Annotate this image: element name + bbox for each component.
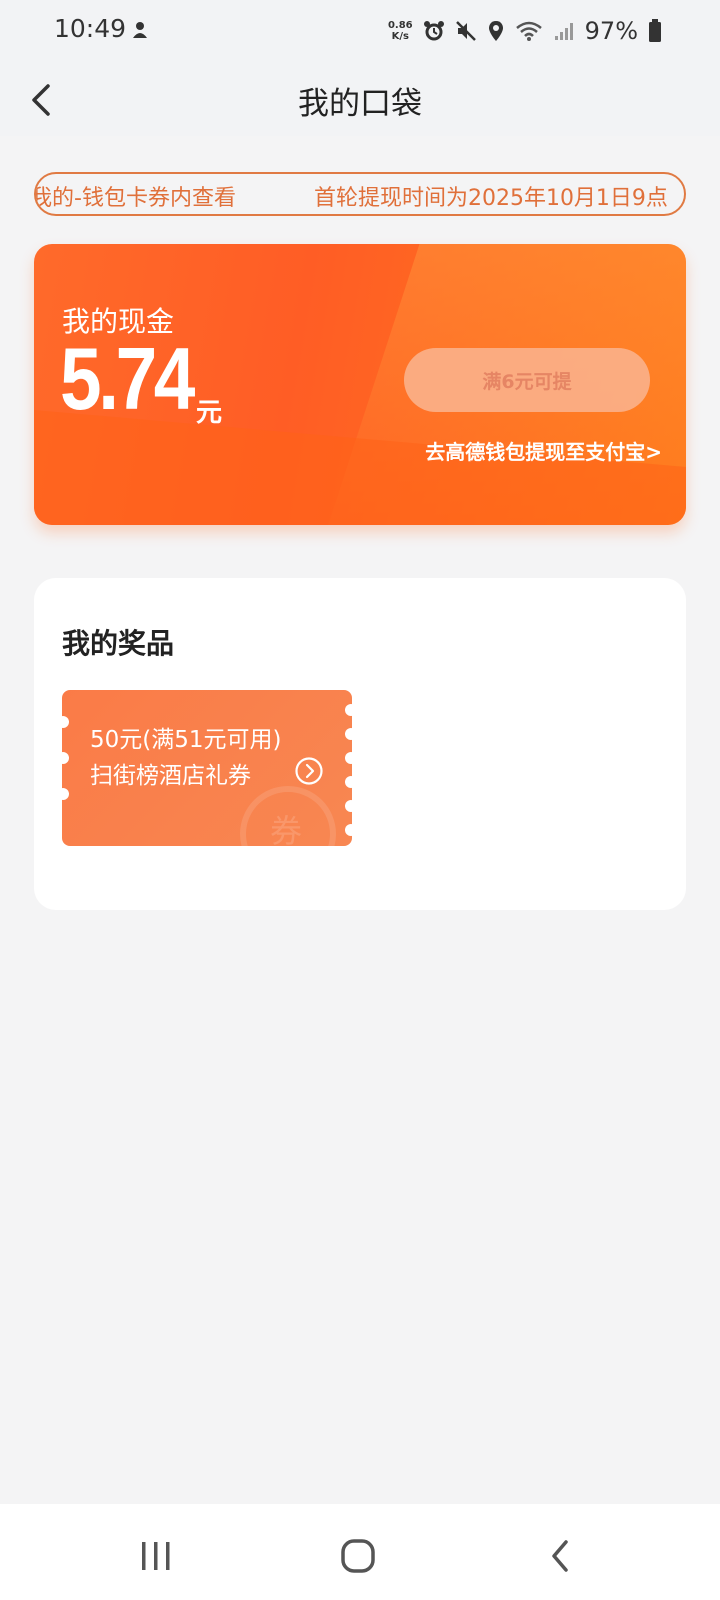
net-speed: 0.86 K/s [388,20,413,42]
mute-icon [455,21,476,41]
signal-icon [554,23,573,40]
net-speed-value: 0.86 [387,20,413,31]
header: 我的口袋 [0,64,720,136]
alarm-icon [423,21,444,41]
system-nav-bar [0,1504,720,1600]
cash-card: 我的现金 5.74 元 满6元可提 去高德钱包提现至支付宝> [34,244,686,525]
prizes-title: 我的奖品 [62,627,175,660]
location-icon [488,21,503,41]
withdraw-button[interactable]: 满6元可提 [404,348,650,412]
coupon-notch [345,704,352,716]
status-icons: 0.86 K/s 97% [388,16,662,46]
marquee-text-a: 我的-钱包卡券内查看 [34,186,236,211]
chevron-right-circle-icon[interactable] [294,756,324,786]
page-title: 我的口袋 [298,86,422,122]
status-bar: 10:49 0.86 K/s 97% [0,0,720,64]
status-time: 10:49 [54,14,127,43]
cash-unit: 元 [196,398,223,428]
coupon-notch [62,716,69,728]
coupon-value: 50元(满51元可用) [90,727,282,753]
cash-amount: 5.74 [60,329,195,428]
recent-apps-icon[interactable] [132,1532,180,1580]
back-nav-icon[interactable] [538,1532,586,1580]
coupon-card[interactable]: 券 50元(满51元可用) 扫街榜酒店礼券 [62,690,352,846]
coupon-notch [345,728,352,740]
coupon-watermark-text: 券 [270,812,303,846]
home-icon[interactable] [334,1532,382,1580]
coupon-notch [345,800,352,812]
battery-icon [649,19,661,42]
notification-person-icon [133,22,147,38]
coupon-notch [345,776,352,788]
battery-percent: 97% [584,17,638,45]
net-speed-unit: K/s [391,31,409,42]
coupon-notch [345,752,352,764]
wifi-icon [515,21,542,41]
coupon-notch [62,788,69,800]
coupon-notch [62,752,69,764]
wallet-withdraw-link[interactable]: 去高德钱包提现至支付宝> [425,436,662,465]
announcement-marquee: 我的-钱包卡券内查看 首轮提现时间为2025年10月1日9点 [34,172,686,216]
prizes-card: 我的奖品 券 50元(满51元可用) 扫街榜酒店礼券 [34,578,686,910]
marquee-text-b: 首轮提现时间为2025年10月1日9点 [313,186,668,211]
coupon-watermark: 券 [240,786,336,846]
coupon-name: 扫街榜酒店礼券 [90,763,251,789]
marquee-text: 我的-钱包卡券内查看 首轮提现时间为2025年10月1日9点 [34,180,668,212]
coupon-notch [345,824,352,836]
